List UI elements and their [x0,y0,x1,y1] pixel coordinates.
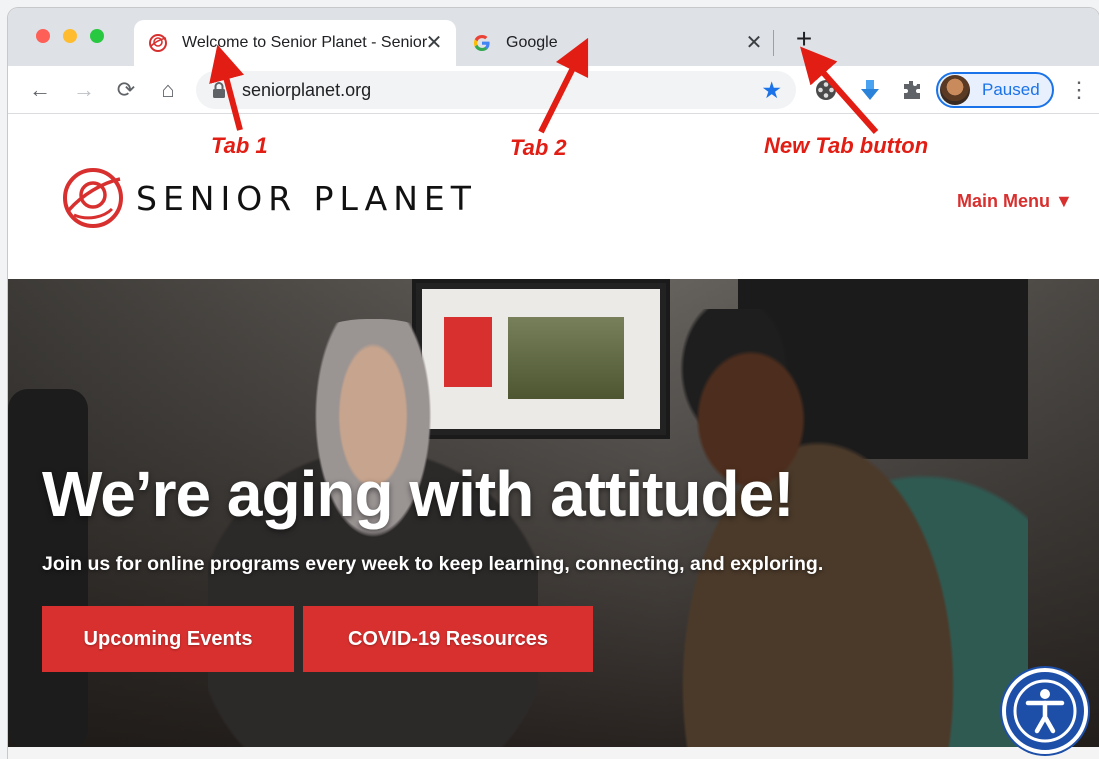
film-reel-extension-icon[interactable] [814,78,838,102]
web-page: SENIOR PLANET Main Menu ▼ We’re aging wi… [8,115,1099,759]
tab-title: Google [506,34,558,51]
hero-headline: We’re aging with attitude! [42,458,794,530]
accessibility-button[interactable] [1002,668,1088,754]
annotation-tab1: Tab 1 [211,133,268,158]
hero-photo-woman [208,319,538,747]
address-bar[interactable]: seniorplanet.org ★ [196,71,796,109]
logo-wordmark: SENIOR PLANET [136,179,477,218]
tab-strip: Welcome to Senior Planet - Senior Planet… [8,8,1099,66]
minimize-window-button[interactable] [63,29,77,43]
reload-icon[interactable]: ⟳ [112,76,140,104]
accessibility-person-icon [1013,679,1077,743]
profile-button[interactable]: Paused [936,72,1054,108]
google-g-icon [474,35,490,51]
tab-title: Welcome to Senior Planet - Senior Planet [182,34,430,51]
browser-window: Welcome to Senior Planet - Senior Planet… [8,8,1099,759]
forward-arrow-icon[interactable]: → [70,76,98,104]
avatar [940,75,970,105]
home-icon[interactable]: ⌂ [154,76,182,104]
tab-separator [773,30,774,56]
more-menu-icon[interactable]: ⋮ [1068,76,1090,104]
browser-toolbar: ← → ⟳ ⌂ seniorplanet.org ★ Paused ⋮ [8,66,1099,114]
logo-word-planet: PLANET [313,178,477,218]
bookmark-star-icon[interactable]: ★ [761,77,782,104]
annotation-tab2: Tab 2 [510,135,567,160]
senior-planet-logo[interactable]: SENIOR PLANET [60,165,477,231]
new-tab-button[interactable]: + [790,25,818,54]
close-window-button[interactable] [36,29,50,43]
zoom-window-button[interactable] [90,29,104,43]
upcoming-events-button[interactable]: Upcoming Events [42,606,294,672]
tab-close-icon[interactable]: ✕ [424,33,444,53]
tab-google[interactable]: Google ✕ [458,20,776,66]
annotation-newtab: New Tab button [764,133,929,158]
profile-status-label: Paused [982,80,1040,99]
main-menu-toggle[interactable]: Main Menu ▼ [957,191,1073,212]
covid-resources-button[interactable]: COVID-19 Resources [303,606,593,672]
back-arrow-icon[interactable]: ← [26,76,54,104]
logo-word-senior: SENIOR [136,178,298,218]
lock-icon [213,82,225,98]
tab-senior-planet[interactable]: Welcome to Senior Planet - Senior Planet… [134,20,456,66]
tab-close-icon[interactable]: ✕ [744,33,764,53]
puzzle-extensions-icon[interactable] [900,78,924,102]
senior-planet-icon [149,34,167,52]
download-arrow-extension-icon[interactable] [858,78,882,102]
url-text: seniorplanet.org [242,80,372,100]
hero-banner: We’re aging with attitude! Join us for o… [8,279,1099,747]
page-bottom-strip [8,747,1099,759]
senior-planet-logo-icon [63,168,123,228]
hero-subheading: Join us for online programs every week t… [42,553,824,575]
